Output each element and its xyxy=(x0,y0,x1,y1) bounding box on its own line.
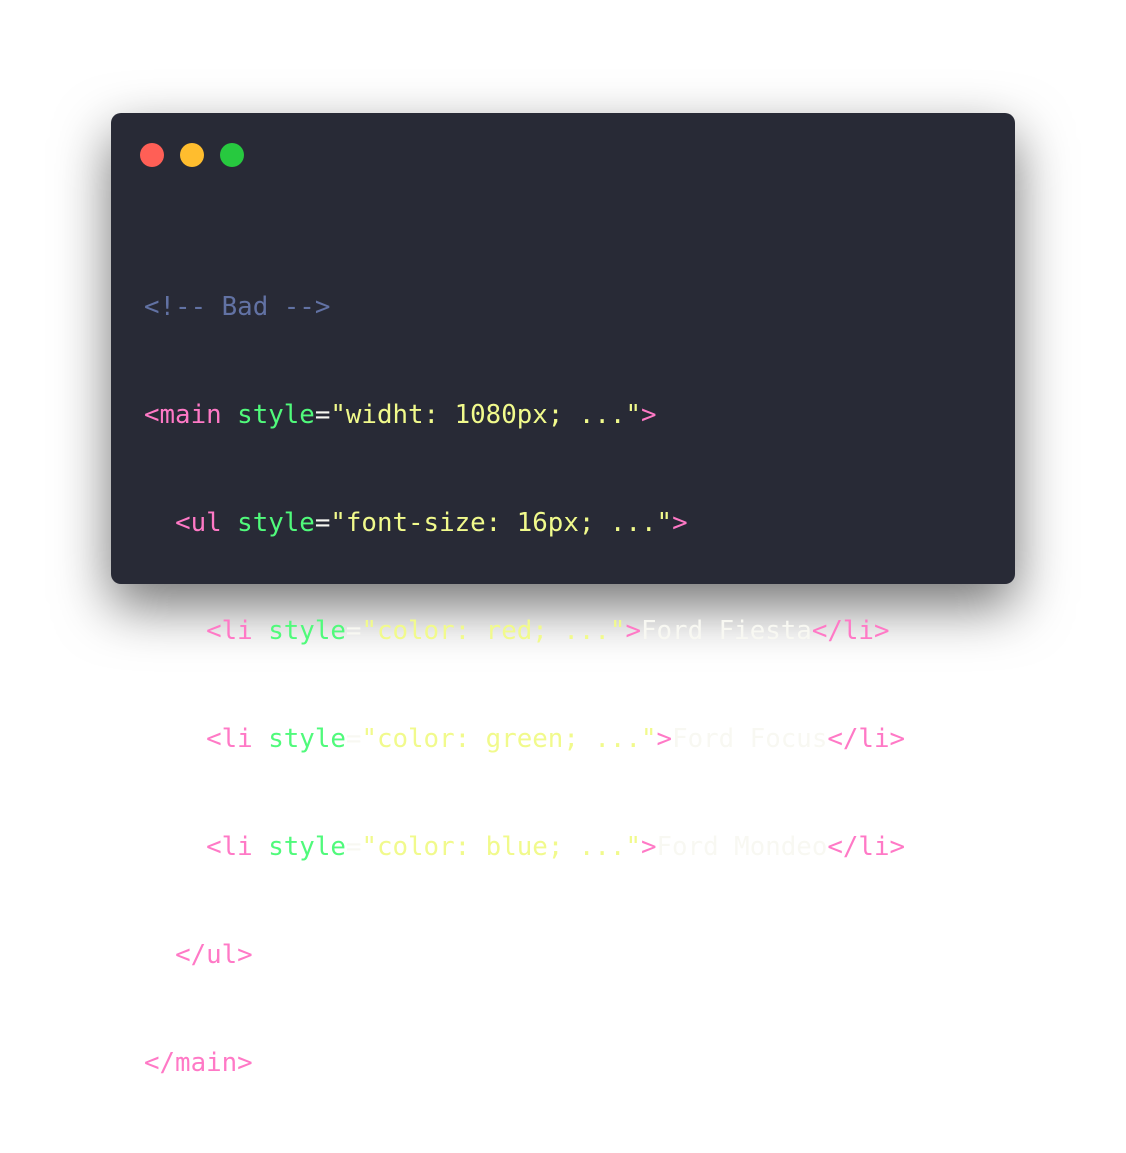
code-tag: > xyxy=(641,832,657,862)
code-tag: </main> xyxy=(144,1048,253,1078)
code-tag: <li xyxy=(206,832,253,862)
code-text: Ford Focus xyxy=(672,724,828,754)
code-string: "font-size: 16px; ..." xyxy=(330,508,673,538)
code-line: <!-- Bad --> xyxy=(144,289,905,325)
code-tag: > xyxy=(625,616,641,646)
code-line: <li style="color: red; ...">Ford Fiesta<… xyxy=(206,616,890,646)
code-line: </main> xyxy=(144,1045,905,1081)
code-attribute: style xyxy=(221,508,315,538)
code-attribute: style xyxy=(252,832,346,862)
code-string: "color: red; ..." xyxy=(361,616,626,646)
code-tag: <li xyxy=(206,616,253,646)
code-tag: > xyxy=(672,508,688,538)
code-tag: <ul xyxy=(175,508,222,538)
minimize-button[interactable] xyxy=(180,143,204,167)
code-line: <ul style="font-size: 16px; ..."> xyxy=(175,508,688,538)
code-tag: <main xyxy=(144,400,222,430)
code-tag: > xyxy=(641,400,657,430)
code-line: <li style="color: green; ...">Ford Focus… xyxy=(206,724,906,754)
code-line: <li style="color: blue; ...">Ford Mondeo… xyxy=(206,832,906,862)
code-tag: <li xyxy=(206,724,253,754)
code-line: <main style="widht: 1080px; ..."> xyxy=(144,400,657,430)
code-tag: </li> xyxy=(827,724,906,754)
code-text: Ford Mondeo xyxy=(656,832,828,862)
code-line: </ul> xyxy=(144,937,905,973)
code-tag: </li> xyxy=(827,832,906,862)
code-string: "color: blue; ..." xyxy=(361,832,641,862)
code-window: <!-- Bad --> <main style="widht: 1080px;… xyxy=(111,113,1015,1078)
close-button[interactable] xyxy=(140,143,164,167)
code-tag: </ul> xyxy=(175,940,253,970)
code-tag: </li> xyxy=(811,616,890,646)
code-text: Ford Fiesta xyxy=(641,616,812,646)
code-tag: > xyxy=(656,724,673,754)
maximize-button[interactable] xyxy=(220,143,244,167)
code-comment: <!-- Bad --> xyxy=(144,292,331,322)
code-attribute: style xyxy=(252,724,346,754)
code-block: <!-- Bad --> <main style="widht: 1080px;… xyxy=(144,217,905,1153)
window-controls xyxy=(140,143,244,167)
code-attribute: style xyxy=(252,616,346,646)
code-string: "color: green; ..." xyxy=(361,724,657,754)
code-attribute: style xyxy=(221,400,315,430)
code-string: "widht: 1080px; ..." xyxy=(330,400,641,430)
